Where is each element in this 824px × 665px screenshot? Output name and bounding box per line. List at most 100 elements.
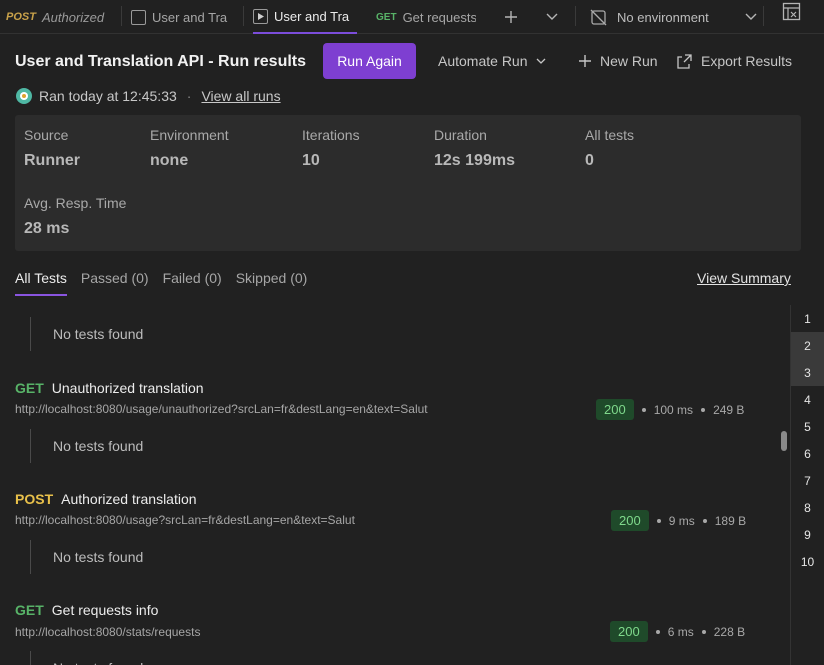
stat-iterations: Iterations 10	[302, 127, 360, 170]
test-filter-tabs: All Tests Passed (0) Failed (0) Skipped …	[15, 268, 307, 296]
tab-divider	[575, 6, 576, 26]
stat-all-tests: All tests 0	[585, 127, 634, 170]
response-time: 100 ms	[653, 402, 694, 417]
environment-selector[interactable]: No environment	[590, 0, 757, 34]
tab-skipped[interactable]: Skipped (0)	[236, 268, 308, 296]
export-results-label: Export Results	[701, 53, 793, 69]
page-title: User and Translation API - Run results	[15, 53, 307, 70]
request-metrics: 200 100 ms 249 B	[596, 399, 744, 420]
separator-dot	[656, 518, 661, 523]
tab-failed[interactable]: Failed (0)	[163, 268, 222, 296]
runner-status-icon	[16, 88, 32, 104]
stat-value: Runner	[24, 152, 80, 169]
response-time: 6 ms	[667, 624, 694, 639]
run-again-button[interactable]: Run Again	[323, 43, 416, 79]
stat-value: 12s 199ms	[434, 152, 515, 169]
tab-method: POST	[6, 11, 36, 23]
results-scrollbar-thumb[interactable]	[781, 431, 787, 451]
stat-value: none	[150, 152, 189, 169]
iteration-2[interactable]: 2	[791, 332, 824, 359]
request-method: GET	[15, 602, 44, 618]
request-header[interactable]: GET Unauthorized translation	[15, 380, 204, 396]
request-method: POST	[15, 491, 54, 507]
tabs-chevron-down-icon[interactable]	[542, 0, 562, 34]
export-results-button[interactable]: Export Results	[676, 43, 792, 79]
request-url: http://localhost:8080/usage?srcLan=fr&de…	[15, 513, 355, 527]
run-timestamp: Ran today at 12:45:33	[39, 88, 177, 104]
new-tab-plus-icon[interactable]	[501, 0, 521, 34]
tab-bar: POST Authorized User and Tra User and Tr…	[0, 0, 824, 34]
stat-value: 10	[302, 152, 320, 169]
stat-source: Source Runner	[24, 127, 80, 170]
plus-icon	[579, 55, 591, 67]
new-run-button[interactable]: New Run	[578, 43, 658, 79]
stat-label: Duration	[434, 127, 487, 143]
request-header[interactable]: POST Authorized translation	[15, 491, 197, 507]
play-icon	[253, 8, 268, 24]
new-run-label: New Run	[600, 53, 658, 69]
separator-dot	[655, 629, 660, 634]
iteration-7[interactable]: 7	[791, 467, 824, 494]
iteration-9[interactable]: 9	[791, 521, 824, 548]
environment-label: No environment	[617, 9, 709, 25]
no-tests-message: No tests found	[30, 429, 143, 463]
status-badge: 200	[611, 510, 649, 531]
stat-label: Avg. Resp. Time	[24, 195, 127, 211]
export-icon	[677, 53, 692, 69]
iteration-10[interactable]: 10	[791, 548, 824, 575]
iteration-8[interactable]: 8	[791, 494, 824, 521]
tab-label: Get requests	[402, 9, 476, 25]
tab-runner-1[interactable]: User and Tra	[131, 0, 231, 34]
stat-label: Environment	[150, 127, 229, 143]
request-method: GET	[15, 380, 44, 396]
request-metrics: 200 6 ms 228 B	[610, 621, 745, 642]
separator-dot: ·	[186, 88, 192, 104]
runner-icon	[131, 9, 146, 25]
no-tests-message: No tests found	[30, 651, 143, 665]
tab-get-requests[interactable]: GET Get requests	[376, 0, 476, 34]
results-list: No tests found GET Unauthorized translat…	[0, 305, 790, 665]
tab-label: User and Tra	[274, 8, 350, 24]
stat-environment: Environment none	[150, 127, 229, 170]
tab-label: Authorized	[41, 9, 105, 25]
view-summary-link[interactable]: View Summary	[697, 270, 791, 286]
tab-method: GET	[376, 11, 397, 23]
iteration-1[interactable]: 1	[791, 305, 824, 332]
iteration-5[interactable]: 5	[791, 413, 824, 440]
tab-runner-active[interactable]: User and Tra	[253, 0, 357, 34]
iteration-4[interactable]: 4	[791, 386, 824, 413]
tab-post-authorized[interactable]: POST Authorized	[6, 0, 116, 34]
response-size: 228 B	[713, 624, 746, 639]
environment-quick-look-icon[interactable]	[782, 2, 802, 22]
run-info: Ran today at 12:45:33 · View all runs	[15, 86, 281, 106]
run-summary-stats: Source Runner Environment none Iteration…	[15, 115, 801, 251]
request-url: http://localhost:8080/usage/unauthorized…	[15, 402, 428, 416]
iteration-6[interactable]: 6	[791, 440, 824, 467]
stat-label: Iterations	[302, 127, 360, 143]
iteration-3[interactable]: 3	[791, 359, 824, 386]
separator-dot	[701, 629, 706, 634]
status-badge: 200	[610, 621, 648, 642]
stat-value: 28 ms	[24, 220, 70, 237]
request-name: Unauthorized translation	[51, 380, 204, 396]
view-all-runs-link[interactable]: View all runs	[201, 88, 280, 104]
iteration-index: 1 2 3 4 5 6 7 8 9 10	[790, 305, 824, 665]
request-name: Authorized translation	[61, 491, 197, 507]
request-header[interactable]: GET Get requests info	[15, 602, 158, 618]
tab-all-tests[interactable]: All Tests	[15, 268, 67, 296]
response-size: 249 B	[713, 402, 745, 417]
request-metrics: 200 9 ms 189 B	[611, 510, 746, 531]
response-size: 189 B	[714, 513, 747, 528]
tab-divider	[763, 6, 764, 26]
separator-dot	[701, 407, 706, 412]
stat-value: 0	[585, 152, 594, 169]
tab-passed[interactable]: Passed (0)	[81, 268, 149, 296]
no-tests-message: No tests found	[30, 317, 143, 351]
chevron-down-icon	[536, 58, 545, 64]
separator-dot	[641, 407, 646, 412]
stat-duration: Duration 12s 199ms	[434, 127, 515, 170]
automate-run-label: Automate Run	[438, 53, 528, 69]
tab-divider	[243, 6, 244, 26]
no-tests-message: No tests found	[30, 540, 143, 574]
automate-run-button[interactable]: Automate Run	[438, 43, 546, 79]
